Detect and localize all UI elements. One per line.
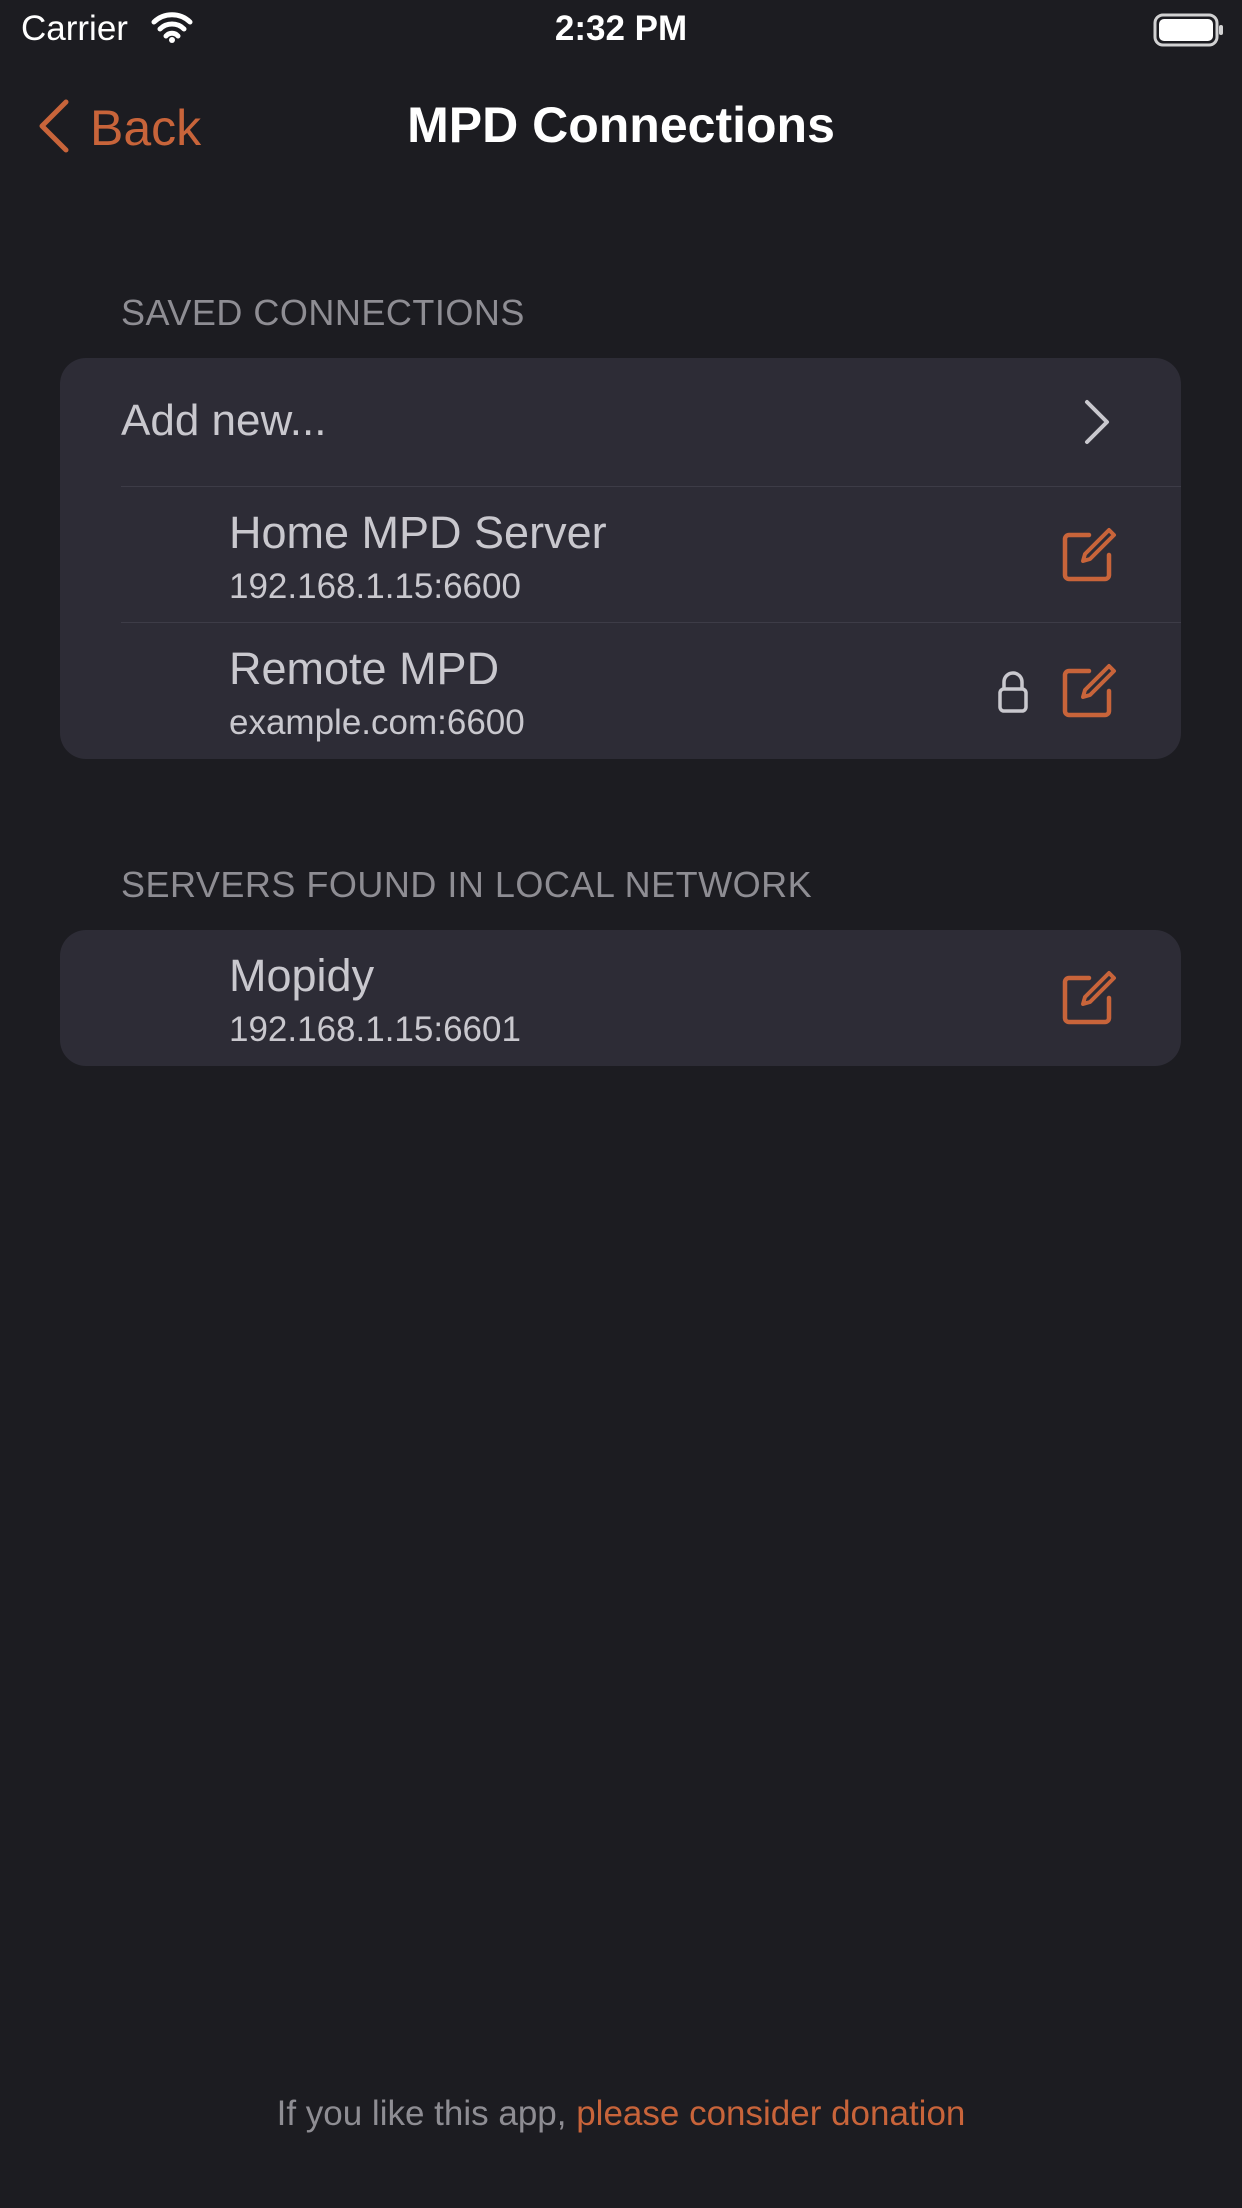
local-servers-group: Mopidy 192.168.1.15:6601 <box>60 930 1181 1066</box>
server-address: 192.168.1.15:6601 <box>229 1010 521 1049</box>
lock-icon <box>997 670 1029 719</box>
edit-icon[interactable] <box>1059 527 1117 590</box>
page-title: MPD Connections <box>407 97 835 153</box>
saved-connections-header: SAVED CONNECTIONS <box>121 292 525 333</box>
status-bar: Carrier 2:32 PM <box>0 0 1242 62</box>
server-address: example.com:6600 <box>229 703 525 742</box>
add-new-label: Add new... <box>121 396 327 445</box>
footer: If you like this app, please consider do… <box>0 2094 1242 2134</box>
server-address: 192.168.1.15:6600 <box>229 567 521 606</box>
local-servers-header: SERVERS FOUND IN LOCAL NETWORK <box>121 864 813 905</box>
connection-row-remote[interactable]: Remote MPD example.com:6600 <box>60 623 1181 759</box>
donation-link[interactable]: please consider donation <box>576 2094 965 2133</box>
server-name: Mopidy <box>229 950 375 1001</box>
navigation-bar: Back MPD Connections <box>0 62 1242 192</box>
edit-icon[interactable] <box>1059 970 1117 1033</box>
edit-icon[interactable] <box>1059 663 1117 726</box>
battery-full-icon <box>1153 13 1225 52</box>
server-name: Remote MPD <box>229 643 500 694</box>
connection-row-home[interactable]: Home MPD Server 192.168.1.15:6600 <box>60 487 1181 623</box>
clock: 2:32 PM <box>554 9 688 48</box>
chevron-right-icon <box>1083 398 1111 451</box>
local-server-row-mopidy[interactable]: Mopidy 192.168.1.15:6601 <box>60 930 1181 1066</box>
saved-connections-group: Add new... Home MPD Server 192.168.1.15:… <box>60 358 1181 759</box>
server-name: Home MPD Server <box>229 507 607 558</box>
add-new-row[interactable]: Add new... <box>60 358 1181 487</box>
footer-text: If you like this app, <box>276 2094 577 2133</box>
